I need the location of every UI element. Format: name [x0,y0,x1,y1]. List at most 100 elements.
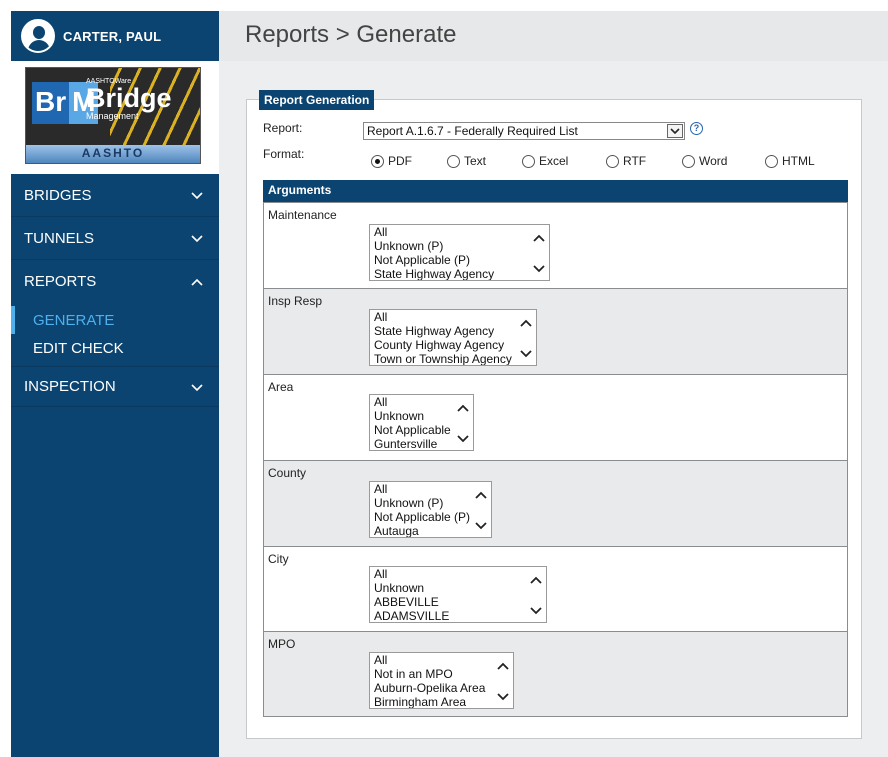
scrollbar[interactable] [516,310,536,365]
arguments-header: Arguments [263,180,848,202]
format-radio-pdf[interactable]: PDF [371,154,412,168]
chevron-up-icon [191,277,203,287]
list-option[interactable]: All [370,653,513,667]
user-avatar-icon [21,19,55,53]
panel-tab: Report Generation [259,90,375,110]
nav-inspection-label: INSPECTION [24,378,116,395]
format-rtf-label: RTF [623,154,647,168]
argument-label: Maintenance [268,208,337,222]
nav-reports-label: REPORTS [24,273,97,290]
radio-selected-icon [371,154,384,168]
argument-label: City [268,552,289,566]
format-text-label: Text [464,154,487,168]
sidebar: CARTER, PAUL Br M AASHTOWare Bridge Mana… [11,11,219,757]
maintenance-listbox[interactable]: All Unknown (P) Not Applicable (P) State… [369,224,550,281]
dropdown-arrow-icon[interactable] [667,124,683,138]
scroll-down-icon [497,693,509,701]
radio-icon [447,154,460,168]
format-radio-text[interactable]: Text [447,154,486,168]
format-excel-label: Excel [539,154,569,168]
argument-label: MPO [268,637,296,651]
scroll-down-icon [475,522,487,530]
scroll-down-icon [530,607,542,615]
format-label: Format: [263,147,305,161]
list-option[interactable]: Unknown (P) [370,239,549,253]
scroll-down-icon [533,265,545,273]
nav-subitem-edit-check[interactable]: EDIT CHECK [11,334,219,362]
city-listbox[interactable]: All Unknown ABBEVILLE ADAMSVILLE [369,566,547,623]
scroll-up-icon [475,491,487,499]
chevron-down-icon [191,233,203,243]
chevron-down-icon [191,382,203,392]
nav-tunnels-label: TUNNELS [24,229,95,247]
format-word-label: Word [699,154,728,168]
list-option[interactable]: Unknown [370,581,546,595]
list-option[interactable]: All [370,567,546,581]
format-radio-rtf[interactable]: RTF [606,154,646,168]
scrollbar[interactable] [453,395,473,450]
area-listbox[interactable]: All Unknown Not Applicable Guntersville [369,394,474,451]
list-option[interactable]: ABBEVILLE [370,595,546,609]
county-listbox[interactable]: All Unknown (P) Not Applicable (P) Autau… [369,481,492,538]
report-select[interactable]: Report A.1.6.7 - Federally Required List [363,122,685,140]
list-option[interactable]: ADAMSVILLE [370,609,546,622]
scroll-up-icon [497,662,509,670]
format-radio-excel[interactable]: Excel [522,154,568,168]
logo-stripe-text: AASHTO [81,146,145,160]
mpo-listbox[interactable]: All Not in an MPO Auburn-Opelika Area Bi… [369,652,514,709]
scroll-up-icon [530,576,542,584]
list-option[interactable]: All [370,310,536,324]
reports-submenu: GENERATE EDIT CHECK [11,303,219,367]
nav-bridges-label: BRIDGES [24,186,92,204]
scroll-down-icon [520,350,532,358]
list-option[interactable]: Not in an MPO [370,667,513,681]
logo-area: Br M AASHTOWare Bridge Management AASHTO [11,61,219,174]
list-option[interactable]: State Highway Agency [370,324,536,338]
argument-row-insp-resp: Insp Resp [264,289,847,375]
nav-item-reports[interactable]: REPORTS [11,260,219,303]
list-option[interactable]: Birmingham Area [370,695,513,708]
format-pdf-label: PDF [388,154,412,168]
argument-row-mpo: MPO [264,632,847,716]
radio-icon [765,154,778,168]
chevron-down-icon [191,190,203,200]
brm-logo: Br M AASHTOWare Bridge Management AASHTO [25,67,201,164]
argument-label: Insp Resp [268,294,323,308]
report-label: Report: [263,121,303,135]
argument-row-maintenance: Maintenance [264,203,847,289]
list-option[interactable]: Auburn-Opelika Area [370,681,513,695]
nav-item-bridges[interactable]: BRIDGES [11,174,219,217]
argument-label: Area [268,380,294,394]
scroll-up-icon [457,404,469,412]
scrollbar[interactable] [493,653,513,708]
scrollbar[interactable] [529,225,549,280]
list-option[interactable]: County Highway Agency [370,338,536,352]
help-icon[interactable]: ? [690,122,703,135]
list-option[interactable]: All [370,225,549,239]
argument-label: County [268,466,307,480]
scrollbar[interactable] [471,482,491,537]
scroll-down-icon [457,435,469,443]
list-option[interactable]: State Highway Agency [370,267,549,280]
nav-item-inspection[interactable]: INSPECTION [11,367,219,407]
nav-item-tunnels[interactable]: TUNNELS [11,217,219,260]
list-option[interactable]: Not Applicable (P) [370,253,549,267]
argument-row-area: Area [264,375,847,461]
list-option[interactable]: Town or Township Agency [370,352,536,365]
argument-row-city: City [264,547,847,632]
format-radio-word[interactable]: Word [682,154,727,168]
format-html-label: HTML [782,154,815,168]
radio-icon [522,154,535,168]
scrollbar[interactable] [526,567,546,622]
radio-icon [606,154,619,168]
format-radio-html[interactable]: HTML [765,154,815,168]
page-title: Reports > Generate [245,21,457,48]
user-name: CARTER, PAUL [63,28,162,44]
user-bar[interactable]: CARTER, PAUL [11,11,219,61]
scroll-up-icon [520,319,532,327]
nav-subitem-generate[interactable]: GENERATE [11,306,219,334]
argument-row-county: County [264,461,847,547]
page-header: Reports > Generate [219,11,888,61]
insp-resp-listbox[interactable]: All State Highway Agency County Highway … [369,309,537,366]
report-select-value: Report A.1.6.7 - Federally Required List [367,124,578,138]
